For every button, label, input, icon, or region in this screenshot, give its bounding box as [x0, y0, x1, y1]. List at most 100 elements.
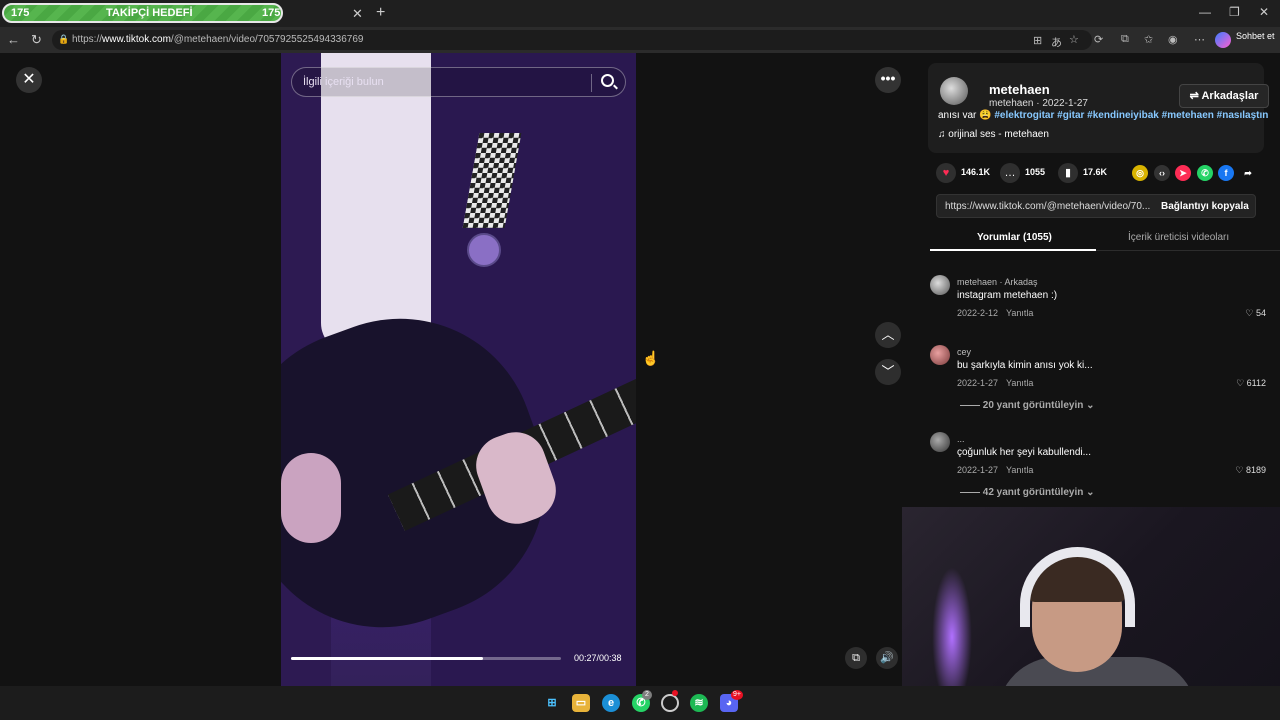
- video-time: 00:27/00:38: [574, 653, 622, 663]
- commenter-name[interactable]: metehaen · Arkadaş: [957, 277, 1038, 287]
- next-video-chevron-down-icon[interactable]: ﹀: [875, 359, 901, 385]
- search-placeholder: İlgili içeriği bulun: [303, 76, 384, 88]
- whatsapp-share-icon[interactable]: ✆: [1197, 165, 1213, 181]
- share-arrow-icon[interactable]: ➦: [1240, 165, 1256, 181]
- close-video-button[interactable]: ✕: [16, 67, 42, 93]
- author-subline: metehaen · 2022-1-27: [989, 98, 1088, 109]
- tab-creator-videos[interactable]: İçerik üreticisi videoları: [1128, 232, 1229, 243]
- url-text: https://www.tiktok.com/@metehaen/video/7…: [72, 34, 364, 45]
- share-coin-icon[interactable]: ◎: [1132, 165, 1148, 181]
- hashtags[interactable]: #elektrogitar #gitar #kendineiyibak #met…: [994, 110, 1268, 121]
- webcam-headphones: [1020, 547, 1135, 627]
- comment-like[interactable]: ♡ 8189: [1235, 465, 1266, 476]
- new-tab-icon[interactable]: +: [376, 4, 385, 22]
- reply-button[interactable]: Yanıtla: [1006, 465, 1033, 475]
- bookmark-icon[interactable]: ▮: [1058, 163, 1078, 183]
- restore-icon[interactable]: ❐: [1229, 5, 1240, 19]
- pip-icon[interactable]: ⧉: [845, 647, 867, 669]
- back-icon[interactable]: ←: [7, 32, 20, 47]
- translate-icon[interactable]: あ: [1051, 34, 1062, 50]
- comment-count: 1055: [1025, 167, 1046, 177]
- commenter-name[interactable]: cey: [957, 347, 971, 357]
- video-player[interactable]: [281, 53, 636, 686]
- comment-text: çoğunluk her şeyi kabullendi...: [957, 447, 1091, 458]
- follower-goal-tab[interactable]: 175 TAKİPÇİ HEDEFİ 175: [2, 3, 283, 23]
- window-close-icon[interactable]: ✕: [1259, 5, 1269, 19]
- facebook-share-icon[interactable]: f: [1218, 165, 1234, 181]
- tab-comments[interactable]: Yorumlar (1055): [977, 232, 1052, 243]
- like-count: 146.1K: [961, 167, 991, 177]
- spotify-icon[interactable]: ≋: [690, 694, 708, 712]
- reply-button[interactable]: Yanıtla: [1006, 308, 1033, 318]
- split-screen-icon[interactable]: ⧉: [1121, 33, 1129, 46]
- active-tab-underline: [930, 249, 1096, 251]
- file-explorer-icon[interactable]: ▭: [572, 694, 590, 712]
- save-count: 17.6K: [1083, 167, 1108, 177]
- previous-video-chevron-up-icon[interactable]: ︿: [875, 322, 901, 348]
- video-frame-shirt: [321, 53, 441, 353]
- comment-date: 2022-1-27: [957, 465, 999, 475]
- sound-link[interactable]: ♫ orijinal ses - metehaen: [938, 129, 1049, 140]
- commenter-name[interactable]: ...: [957, 434, 965, 444]
- send-to-friend-icon[interactable]: ➤: [1175, 165, 1191, 181]
- panel-tabs: Yorumlar (1055) İçerik üreticisi videola…: [930, 223, 1280, 251]
- chat-button[interactable]: Sohbet et: [1236, 31, 1275, 41]
- goal-right-count: 175: [262, 7, 281, 19]
- copy-link-button[interactable]: Bağlantıyı kopyala: [1161, 201, 1249, 212]
- edge-browser-icon[interactable]: e: [602, 694, 620, 712]
- windows-taskbar: ⊞ ▭ e ✆ 2 ≋ ◕ 9+: [0, 686, 1280, 720]
- commenter-avatar[interactable]: [930, 345, 950, 365]
- video-info-panel: metehaen metehaen · 2022-1-27 ⇌ Arkadaşl…: [912, 53, 1280, 508]
- friends-button[interactable]: ⇌ Arkadaşlar: [1179, 84, 1269, 108]
- view-replies-link[interactable]: —— 20 yanıt görüntüleyin ⌄: [960, 400, 1095, 411]
- url-bar[interactable]: 🔒 https://www.tiktok.com/@metehaen/video…: [52, 30, 1092, 50]
- volume-icon[interactable]: 🔊: [876, 647, 898, 669]
- commenter-avatar[interactable]: [930, 275, 950, 295]
- comment-date: 2022-1-27: [957, 378, 999, 388]
- heart-icon[interactable]: ♥: [936, 163, 956, 183]
- clock-app-icon[interactable]: [661, 694, 679, 712]
- video-frame-hand-left: [281, 453, 341, 543]
- video-description: anısı var 😩 #elektrogitar #gitar #kendin…: [938, 110, 1268, 121]
- windows-start-icon[interactable]: ⊞: [543, 694, 561, 712]
- comment-icon[interactable]: …: [1000, 163, 1020, 183]
- share-link-box: https://www.tiktok.com/@metehaen/video/7…: [936, 194, 1256, 218]
- goal-left-count: 175: [11, 7, 30, 19]
- minimize-icon[interactable]: —: [1199, 5, 1211, 19]
- close-tab-icon[interactable]: ✕: [352, 6, 363, 22]
- comment-date: 2022-2-12: [957, 308, 999, 318]
- reply-button[interactable]: Yanıtla: [1006, 378, 1033, 388]
- whatsapp-badge: 2: [642, 690, 652, 700]
- search-divider: [591, 74, 592, 92]
- comment-like[interactable]: ♡ 6112: [1236, 378, 1266, 389]
- profile-icon[interactable]: ◉: [1168, 33, 1178, 46]
- favorite-star-icon[interactable]: ☆: [1069, 33, 1079, 46]
- search-icon[interactable]: [601, 74, 614, 87]
- more-options-icon[interactable]: •••: [875, 67, 901, 93]
- embed-code-icon[interactable]: ‹›: [1154, 165, 1170, 181]
- author-name[interactable]: metehaen: [989, 82, 1050, 97]
- comment-text: instagram metehaen :): [957, 290, 1058, 301]
- extensions-icon[interactable]: ⟳: [1094, 33, 1103, 46]
- browser-tab-bar: 175 TAKİPÇİ HEDEFİ 175 ✕ + — ❐ ✕: [0, 0, 1280, 27]
- commenter-avatar[interactable]: [930, 432, 950, 452]
- apps-icon[interactable]: ⊞: [1033, 34, 1042, 47]
- goal-title: TAKİPÇİ HEDEFİ: [106, 7, 193, 19]
- comment-text: bu şarkıyla kimin anısı yok ki...: [957, 360, 1093, 371]
- lock-icon: 🔒: [58, 34, 70, 44]
- copilot-icon[interactable]: [1215, 32, 1231, 48]
- video-progress-bar[interactable]: [291, 657, 561, 660]
- menu-dots-icon[interactable]: ⋯: [1194, 33, 1205, 46]
- share-link-text[interactable]: https://www.tiktok.com/@metehaen/video/7…: [945, 201, 1150, 212]
- author-avatar[interactable]: [940, 77, 968, 105]
- discord-badge: 9+: [731, 690, 743, 700]
- related-search-input[interactable]: İlgili içeriği bulun: [291, 67, 626, 97]
- comment-like[interactable]: ♡ 54: [1245, 308, 1266, 319]
- favorites-icon[interactable]: ✩: [1144, 33, 1153, 46]
- address-bar-row: ← ↻ 🔒 https://www.tiktok.com/@metehaen/v…: [0, 27, 1280, 53]
- view-replies-link[interactable]: —— 42 yanıt görüntüleyin ⌄: [960, 487, 1095, 498]
- description-text: anısı var 😩: [938, 110, 995, 121]
- reload-icon[interactable]: ↻: [31, 32, 42, 48]
- mouse-cursor-icon: ☝: [642, 350, 660, 366]
- video-frame-pin-badge: [467, 233, 501, 267]
